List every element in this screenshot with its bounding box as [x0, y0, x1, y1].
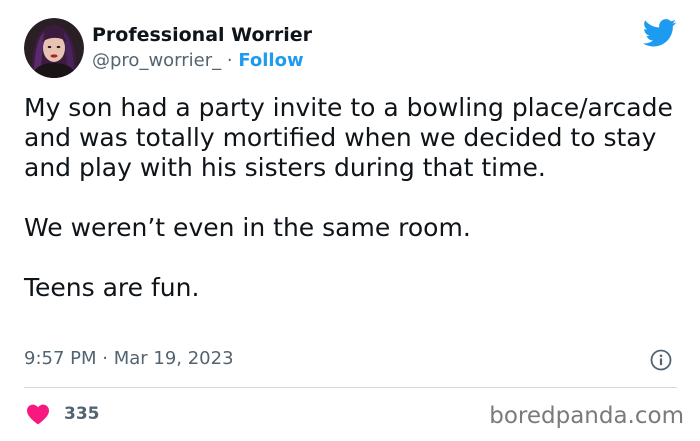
avatar-image [24, 18, 84, 78]
twitter-bird-icon[interactable] [643, 19, 677, 47]
tweet-paragraph: We weren’t even in the same room. [24, 213, 471, 242]
author-handle-row: @pro_worrier_ · Follow [92, 49, 304, 73]
timestamp-separator: · [96, 348, 114, 369]
like-count: 335 [64, 404, 100, 424]
author-display-name[interactable]: Professional Worrier [92, 23, 312, 47]
watermark-text: boredpanda.com [489, 403, 684, 429]
heart-icon [27, 404, 49, 425]
handle-separator: · [221, 50, 239, 71]
follow-button[interactable]: Follow [238, 50, 303, 71]
tweet-timestamp[interactable]: 9:57 PM · Mar 19, 2023 [24, 347, 234, 371]
like-button[interactable]: 335 [26, 400, 100, 428]
divider [24, 387, 677, 388]
tweet-text: My son had a party invite to a bowling p… [24, 93, 684, 303]
author-handle[interactable]: @pro_worrier_ [92, 50, 221, 71]
info-icon[interactable] [650, 349, 672, 371]
tweet-paragraph: My son had a party invite to a bowling p… [24, 93, 673, 182]
tweet-paragraph: Teens are fun. [24, 273, 200, 302]
avatar[interactable] [24, 18, 84, 78]
tweet-card: Professional Worrier @pro_worrier_ · Fol… [0, 0, 700, 441]
tweet-date: Mar 19, 2023 [113, 348, 234, 369]
tweet-time: 9:57 PM [24, 348, 97, 369]
